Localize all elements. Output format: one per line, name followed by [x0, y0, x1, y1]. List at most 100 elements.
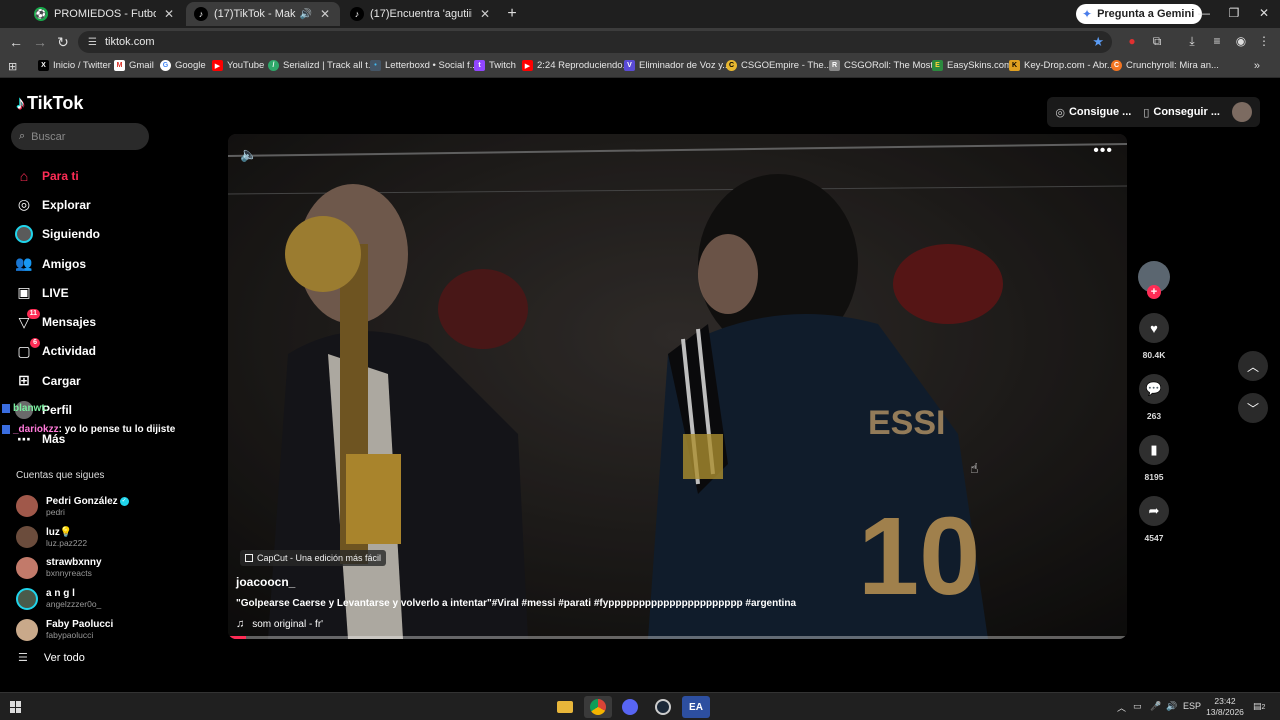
- back-button[interactable]: ←: [8, 34, 24, 50]
- chrome-menu-icon[interactable]: ⋮: [1256, 34, 1272, 48]
- sidebar-item-mensajes[interactable]: ▽ 11 Mensajes: [14, 307, 164, 336]
- windows-start-icon[interactable]: [10, 701, 22, 713]
- video-sound[interactable]: ♫ som original - fr': [236, 618, 323, 630]
- search-input[interactable]: [31, 130, 132, 143]
- notifications-icon[interactable]: ▤2: [1253, 701, 1265, 712]
- video-player[interactable]: ESSI 10 🔈 ••• CapCut - Una edición más f…: [228, 134, 1127, 639]
- restore-window-icon[interactable]: ❐: [1227, 6, 1241, 20]
- bookmark-letterboxd[interactable]: • Letterboxd • Social f...: [370, 60, 478, 71]
- following-account[interactable]: strawbxnny bxnnyreacts: [16, 553, 166, 584]
- tab-tiktok-search[interactable]: ♪ (17)Encuentra 'agutiiiiin' en TikTok ✕: [342, 2, 500, 26]
- search-box[interactable]: ⌕: [11, 123, 149, 150]
- bookmark-twitch[interactable]: t Twitch: [474, 60, 516, 71]
- sidebar-item-siguiendo[interactable]: Siguiendo: [14, 220, 164, 249]
- youtube-icon: ▶: [212, 60, 223, 71]
- bookmark-keydrop[interactable]: K Key-Drop.com - Abr...: [1009, 60, 1115, 71]
- friends-icon: 👥: [15, 255, 33, 272]
- bookmark-csgoroll[interactable]: R CSGORoll: The Most...: [829, 60, 941, 71]
- video-author[interactable]: joacoocn_: [236, 575, 295, 589]
- extension-record-icon[interactable]: ●: [1124, 34, 1140, 48]
- steam-taskbar-icon[interactable]: [649, 696, 677, 718]
- volume-tray-icon[interactable]: 🔊: [1166, 701, 1177, 712]
- file-explorer-icon[interactable]: [551, 696, 579, 718]
- share-action[interactable]: ➦ 4547: [1136, 496, 1172, 543]
- sidebar-item-amigos[interactable]: 👥 Amigos: [14, 249, 164, 278]
- author-avatar[interactable]: +: [1138, 261, 1170, 299]
- tab-tiktok[interactable]: ♪ (17)TikTok - Make Your Day 🔊 ✕: [186, 2, 340, 26]
- gemini-sparkle-icon: ✦: [1082, 7, 1093, 21]
- like-action[interactable]: ♥ 80.4K: [1136, 313, 1172, 360]
- bookmark-csgoempire[interactable]: C CSGOEmpire - The...: [726, 60, 832, 71]
- bookmark-crunchyroll[interactable]: C Crunchyroll: Mira an...: [1111, 60, 1219, 71]
- chrome-taskbar-icon[interactable]: [584, 696, 612, 718]
- tray-overflow-icon[interactable]: ︿: [1117, 701, 1126, 714]
- bookmark-youtube-playing[interactable]: ▶ 2:24 Reproduciendo...: [522, 60, 630, 71]
- sidebar-item-explorar[interactable]: ◎ Explorar: [14, 190, 164, 219]
- volume-icon[interactable]: 🔈: [240, 146, 257, 163]
- follow-plus-icon[interactable]: +: [1147, 285, 1161, 299]
- user-avatar[interactable]: [1232, 102, 1252, 122]
- bookmark-serializd[interactable]: / Serializd | Track all t...: [268, 60, 376, 71]
- tab-promiedos[interactable]: ⚽ PROMIEDOS - Futbol Argentino ✕: [26, 2, 184, 26]
- system-clock[interactable]: 23:42 13/8/2026: [1203, 696, 1247, 718]
- top-right-actions: ◎ Consigue ... ▯ Conseguir ...: [1047, 97, 1260, 127]
- avatar: [16, 618, 38, 641]
- minimize-window-icon[interactable]: —: [1197, 6, 1211, 20]
- apps-grid-icon[interactable]: ⊞: [8, 60, 17, 73]
- heart-icon[interactable]: ♥: [1139, 313, 1169, 343]
- save-action[interactable]: ▮ 8195: [1136, 435, 1172, 482]
- bookmark-twitter[interactable]: X Inicio / Twitter: [38, 60, 111, 71]
- tab-search-icon[interactable]: ≡: [1209, 34, 1225, 48]
- next-video-button[interactable]: ﹀: [1238, 393, 1268, 423]
- bookmark-star-icon[interactable]: ★: [1092, 34, 1104, 50]
- capcut-badge[interactable]: CapCut - Una edición más fácil: [240, 550, 387, 566]
- get-coins-button[interactable]: ◎ Consigue ...: [1055, 106, 1131, 119]
- microphone-icon[interactable]: 🎤: [1150, 701, 1161, 712]
- following-account[interactable]: Faby Paolucci fabypaolucci: [16, 614, 166, 645]
- sidebar-item-cargar[interactable]: ⊞ Cargar: [14, 366, 164, 395]
- close-tab-icon[interactable]: ✕: [478, 7, 492, 21]
- avatar: [16, 495, 38, 518]
- see-all-button[interactable]: ☰ Ver todo: [18, 651, 85, 665]
- more-options-icon[interactable]: •••: [1093, 142, 1113, 160]
- previous-video-button[interactable]: ︿: [1238, 351, 1268, 381]
- site-info-icon[interactable]: ☰: [88, 37, 97, 48]
- new-tab-button[interactable]: +: [504, 5, 520, 23]
- following-account[interactable]: a n g l angelzzzer0o_: [16, 583, 166, 614]
- bookmark-voice-remover[interactable]: V Eliminador de Voz y...: [624, 60, 730, 71]
- comment-icon[interactable]: 💬: [1139, 374, 1169, 404]
- discord-taskbar-icon[interactable]: [616, 696, 644, 718]
- sidebar-item-para-ti[interactable]: ⌂ Para ti: [14, 161, 164, 190]
- messages-icon: ▽ 11: [14, 309, 40, 332]
- sidebar-item-live[interactable]: ▣ LIVE: [14, 278, 164, 307]
- more-bookmarks-icon[interactable]: »: [1254, 60, 1260, 72]
- ea-app-taskbar-icon[interactable]: EA: [682, 696, 710, 718]
- tiktok-logo[interactable]: ♪ TikTok: [16, 93, 83, 114]
- bookmark-google[interactable]: G Google: [160, 60, 206, 71]
- extensions-puzzle-icon[interactable]: ⧉: [1149, 34, 1165, 49]
- bookmark-gmail[interactable]: M Gmail: [114, 60, 154, 71]
- close-window-icon[interactable]: ✕: [1257, 6, 1271, 20]
- forward-button[interactable]: →: [32, 34, 48, 50]
- address-bar[interactable]: ☰ tiktok.com ★: [78, 31, 1112, 53]
- network-icon[interactable]: ▭: [1133, 701, 1142, 712]
- tab-audio-icon[interactable]: 🔊: [300, 9, 312, 20]
- language-indicator[interactable]: ESP: [1183, 701, 1201, 711]
- video-progress-bar[interactable]: [228, 636, 1127, 639]
- bookmark-youtube[interactable]: ▶ YouTube: [212, 60, 264, 71]
- bookmark-easyskins[interactable]: E EasySkins.com: [932, 60, 1012, 71]
- profile-avatar-icon[interactable]: ◉: [1233, 34, 1249, 48]
- comment-action[interactable]: 💬 263: [1136, 374, 1172, 421]
- share-arrow-icon[interactable]: ➦: [1139, 496, 1169, 526]
- home-icon: ⌂: [19, 167, 29, 184]
- ask-gemini-button[interactable]: ✦ Pregunta a Gemini: [1076, 4, 1203, 24]
- download-icon[interactable]: ⤓: [1184, 34, 1200, 49]
- close-tab-icon[interactable]: ✕: [162, 7, 176, 21]
- following-account[interactable]: Pedri González ✓ pedri: [16, 491, 166, 522]
- close-tab-icon[interactable]: ✕: [318, 7, 332, 21]
- bookmark-icon[interactable]: ▮: [1139, 435, 1169, 465]
- reload-button[interactable]: ↻: [55, 34, 71, 51]
- following-account[interactable]: luz💡 luz.paz222: [16, 522, 166, 553]
- sidebar-item-actividad[interactable]: ▢ 6 Actividad: [14, 337, 164, 366]
- get-app-button[interactable]: ▯ Conseguir ...: [1143, 106, 1220, 119]
